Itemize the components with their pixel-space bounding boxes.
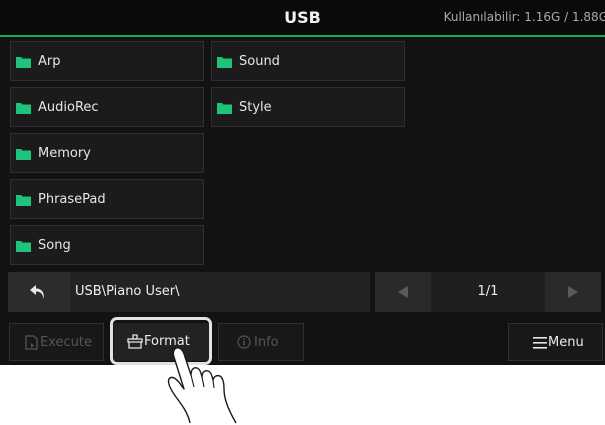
folder-icon [16,57,31,68]
folder-item-arp[interactable]: Arp [10,41,204,81]
pager: 1/1 [375,272,601,312]
folder-label: Style [239,100,272,115]
info-label: Info [254,335,279,350]
folder-item-audiorec[interactable]: AudioRec [10,87,204,127]
execute-button[interactable]: Execute [9,323,104,361]
folder-label: Song [38,238,71,253]
folder-item-phrasepad[interactable]: PhrasePad [10,179,204,219]
triangle-left-icon [398,286,408,298]
folder-label: Arp [38,54,61,69]
page-indicator: 1/1 [477,284,499,299]
folder-item-memory[interactable]: Memory [10,133,204,173]
folder-icon [16,149,31,160]
triangle-right-icon [568,286,578,298]
back-button[interactable] [8,272,70,312]
path-bar: USB\Piano User\ [8,272,370,312]
folder-label: Memory [38,146,91,161]
header-bar: USB Kullanılabilir: 1.16G / 1.88G [0,0,605,37]
menu-button[interactable]: Menu [508,323,603,361]
folder-label: Sound [239,54,280,69]
storage-available: Kullanılabilir: 1.16G / 1.88G [443,10,605,24]
folder-label: AudioRec [38,100,99,115]
next-page-button[interactable] [545,272,601,312]
hamburger-icon [533,337,547,349]
menu-label: Menu [548,335,584,350]
prev-page-button[interactable] [375,272,431,312]
back-arrow-icon [30,285,44,299]
folder-icon [16,195,31,206]
screen: USB Kullanılabilir: 1.16G / 1.88G Arp Au… [0,0,605,365]
folder-item-sound[interactable]: Sound [211,41,405,81]
pointing-hand-icon [167,347,237,424]
folder-icon [16,241,31,252]
folder-icon [217,57,232,68]
folder-item-song[interactable]: Song [10,225,204,265]
folder-icon [217,103,232,114]
folder-label: PhrasePad [38,192,106,207]
folder-icon [16,103,31,114]
execute-icon [25,335,38,350]
folder-item-style[interactable]: Style [211,87,405,127]
execute-label: Execute [40,335,92,350]
current-path: USB\Piano User\ [75,284,180,299]
